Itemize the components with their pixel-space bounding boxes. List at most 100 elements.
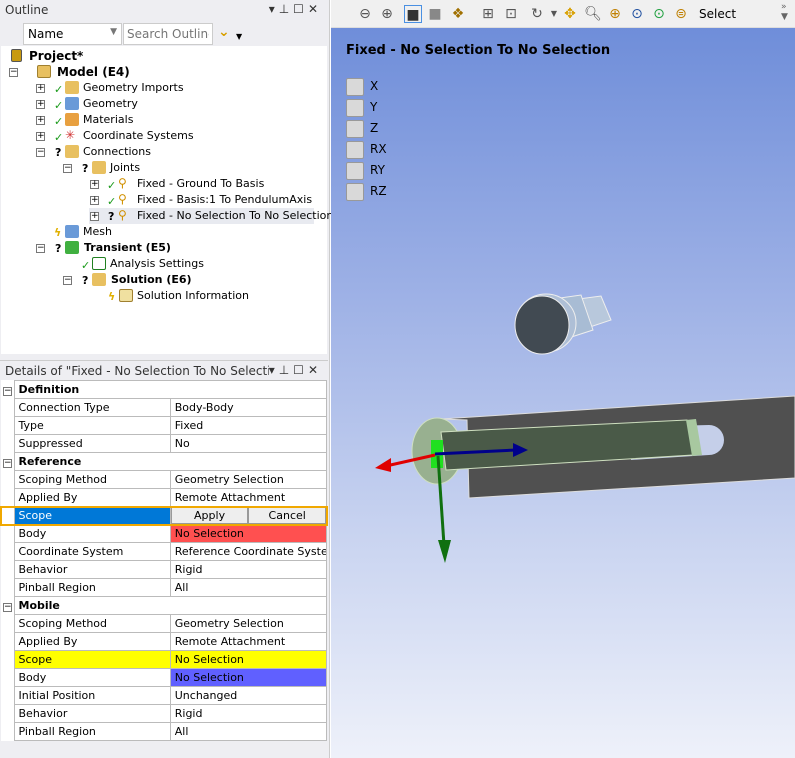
tree-item-joint[interactable]: + ✓ ⚲ Fixed - Basis:1 To PendulumAxis <box>1 192 321 208</box>
tree-item-connections[interactable]: −? Connections <box>1 144 321 160</box>
axes-icon: ✳ <box>65 128 76 142</box>
graphics-toolbar: ⊖ ⊕ ■ ■ ❖ ⊞ ⊡ ↻ ▼ ✥ 🔍︎ ⊕ ⊙ ⊙ ⊜ Select » ▼ <box>331 0 795 28</box>
close-icon[interactable]: ✕ <box>308 363 322 377</box>
tree-item-transient[interactable]: −? Transient (E5) <box>1 240 321 256</box>
outline-title: Outline <box>5 3 49 17</box>
collapse-icon[interactable]: − <box>3 459 12 468</box>
expand-icon[interactable]: + <box>90 196 99 205</box>
tree-item-solution-information[interactable]: ϟ Solution Information <box>1 288 321 304</box>
search-outline-input[interactable] <box>123 23 213 45</box>
row-scope-reference: Scope Apply Cancel <box>0 505 328 526</box>
tree-item-materials[interactable]: + ✓ Materials <box>1 112 321 128</box>
tree-item-geometry-imports[interactable]: + ✓ Geometry Imports <box>1 80 321 96</box>
row-body-reference: Body No Selection <box>1 524 328 543</box>
graphics-viewport[interactable]: Fixed - No Selection To No Selection X Y… <box>331 0 795 758</box>
group-definition: − Definition <box>1 380 327 399</box>
tree-item-joints[interactable]: −? Joints <box>1 160 321 176</box>
expand-icon[interactable]: + <box>90 212 99 221</box>
solution-icon <box>92 273 106 286</box>
lightning-icon: ϟ <box>54 226 62 239</box>
box-zoom-icon[interactable]: ⊙ <box>628 5 646 23</box>
pan-icon[interactable]: ✥ <box>561 5 579 23</box>
tree-item-model[interactable]: − Model (E4) <box>1 64 321 80</box>
zoom-to-fit-icon[interactable]: ⊙ <box>650 5 668 23</box>
row-scoping-method: Scoping Method Geometry Selection <box>1 614 328 633</box>
dropdown-icon[interactable]: ▾ <box>269 363 279 377</box>
joints-icon <box>92 161 106 174</box>
toolbar-overflow-icon[interactable]: » ▼ <box>781 2 788 22</box>
materials-icon <box>65 113 79 126</box>
question-icon: ? <box>55 242 62 255</box>
tree-item-analysis-settings[interactable]: ✓ Analysis Settings <box>1 256 321 272</box>
tree-item-project[interactable]: Project* <box>1 48 321 64</box>
row-scope-mobile: Scope No Selection <box>1 650 328 669</box>
zoom-previous-icon[interactable]: ⊖ <box>356 5 374 23</box>
rotate-icon[interactable]: ↻ <box>528 5 546 23</box>
explode-view-icon[interactable]: ❖ <box>449 5 467 23</box>
zoom-in-icon[interactable]: ⊕ <box>606 5 624 23</box>
magnifier-icon[interactable]: ⊜ <box>672 5 690 23</box>
expand-icon[interactable]: + <box>36 132 45 141</box>
tree-item-joint-selected[interactable]: +? ⚲ Fixed - No Selection To No Selection <box>89 208 333 224</box>
x-axis-arrow <box>375 458 391 472</box>
collapse-icon[interactable]: − <box>63 276 72 285</box>
tree-item-coordinate-systems[interactable]: + ✓ ✳ Coordinate Systems <box>1 128 321 144</box>
tree-item-mesh[interactable]: ϟ Mesh <box>1 224 321 240</box>
model-scene <box>375 293 795 563</box>
question-icon: ? <box>55 146 62 159</box>
row-scoping-method: Scoping Method Geometry Selection <box>1 470 328 489</box>
apply-button[interactable]: Apply <box>171 507 249 524</box>
outline-title-bar: Outline ▾⊥☐✕ <box>0 0 328 20</box>
joint-icon: ⚲ <box>118 192 127 206</box>
expand-icon[interactable]: + <box>36 116 45 125</box>
row-initial-position: Initial Position Unchanged <box>1 686 328 705</box>
outline-filter-select[interactable]: Name ▼ <box>23 23 122 45</box>
row-coordinate-system: Coordinate System Reference Coordinate Sy… <box>1 542 328 561</box>
more-dropdown-icon[interactable]: ▼ <box>236 32 242 41</box>
select-mode-button[interactable]: Select <box>699 7 736 21</box>
collapse-icon[interactable]: − <box>3 387 12 396</box>
tree-item-solution[interactable]: −? Solution (E6) <box>1 272 321 288</box>
details-title-bar: Details of "Fixed - No Selection To No S… <box>0 360 328 380</box>
connections-icon <box>65 145 79 158</box>
shaded-view-icon[interactable]: ■ <box>404 5 422 23</box>
collapse-icon[interactable]: − <box>9 68 18 77</box>
close-icon[interactable]: ✕ <box>308 2 322 16</box>
row-behavior: Behavior Rigid <box>1 560 328 579</box>
zoom-icon[interactable]: 🔍︎ <box>584 5 602 23</box>
group-mobile: − Mobile <box>1 596 327 615</box>
select-parent-icon[interactable]: ⊡ <box>502 5 520 23</box>
tree-item-joint[interactable]: + ✓ ⚲ Fixed - Ground To Basis <box>1 176 321 192</box>
solid-view-icon[interactable]: ■ <box>426 5 444 23</box>
details-grid: − Definition Connection Type Body-Body Typ… <box>0 380 328 741</box>
row-body-mobile: Body No Selection <box>1 668 328 687</box>
dropdown-icon[interactable]: ▾ <box>269 2 279 16</box>
expand-icon[interactable]: + <box>36 100 45 109</box>
lightning-icon: ϟ <box>108 290 116 303</box>
expand-icon[interactable]: + <box>90 180 99 189</box>
expand-icon[interactable]: + <box>36 84 45 93</box>
select-children-icon[interactable]: ⊞ <box>479 5 497 23</box>
expand-all-icon[interactable]: ⌄ <box>218 24 230 40</box>
question-icon: ? <box>82 274 89 287</box>
pin-icon[interactable]: ⊥ <box>279 2 293 16</box>
cancel-button[interactable]: Cancel <box>248 507 326 524</box>
row-connection-type: Connection Type Body-Body <box>1 398 328 417</box>
question-icon: ? <box>108 210 115 223</box>
collapse-icon[interactable]: − <box>36 148 45 157</box>
tree-item-geometry[interactable]: + ✓ Geometry <box>1 96 321 112</box>
joint-icon: ⚲ <box>118 176 127 190</box>
collapse-icon[interactable]: − <box>63 164 72 173</box>
collapse-icon[interactable]: − <box>3 603 12 612</box>
maximize-icon[interactable]: ☐ <box>293 363 308 377</box>
folder-icon <box>65 81 79 94</box>
joint-icon: ⚲ <box>118 208 127 222</box>
pin-icon[interactable]: ⊥ <box>279 363 293 377</box>
geometry-icon <box>65 97 79 110</box>
row-suppressed: Suppressed No <box>1 434 328 453</box>
maximize-icon[interactable]: ☐ <box>293 2 308 16</box>
zoom-next-icon[interactable]: ⊕ <box>378 5 396 23</box>
model-icon <box>37 65 51 78</box>
collapse-icon[interactable]: − <box>36 244 45 253</box>
question-icon: ? <box>82 162 89 175</box>
